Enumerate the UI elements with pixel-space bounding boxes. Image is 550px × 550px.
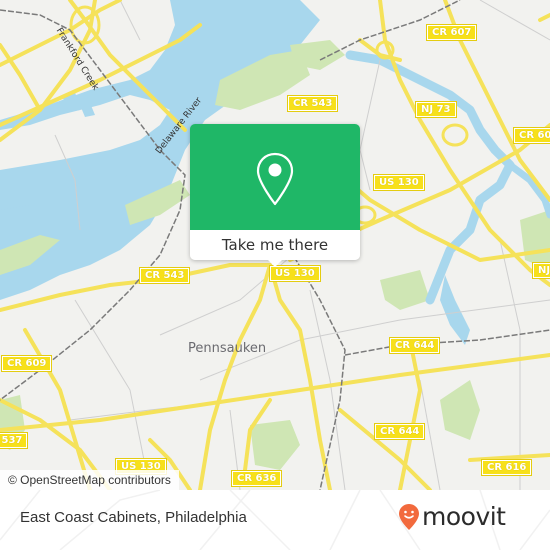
moovit-logo[interactable]: moovit [398,502,506,532]
route-shield-us-130-north: US 130 [373,174,425,191]
location-popup[interactable]: Take me there [190,124,360,267]
park-cr636 [250,420,300,470]
moovit-pin-smile-icon [399,504,419,530]
map-attribution[interactable]: © OpenStreetMap contributors [0,470,179,490]
take-me-there-button[interactable]: Take me there [190,230,360,260]
route-shield-cr-609: CR 609 [0,355,53,372]
route-shield-cr-644-south: CR 644 [373,423,426,440]
park-mid-east [380,270,430,310]
park-right-edge [520,210,550,270]
map-pin-icon [256,152,294,206]
route-shield-cr-616: CR 616 [480,459,533,476]
popup-pointer [267,259,283,267]
park-east-creek [440,380,480,440]
park-east-1 [290,40,345,70]
route-shield-us-130-center: US 130 [269,265,321,282]
popup-header [190,124,360,230]
route-shield-cr-537: CR 537 [0,432,29,449]
route-shield-nj-east: NJ [531,262,550,279]
route-shield-cr-607-east: CR 607 [512,127,550,144]
footer-bar: East Coast Cabinets, Philadelphia moovit [0,490,550,550]
route-shield-cr-636: CR 636 [230,470,283,487]
route-shield-cr-543: CR 543 [138,267,191,284]
lake-east [440,275,470,345]
moovit-wordmark: moovit [422,502,506,531]
route-shield-cr-644-north: CR 644 [388,337,441,354]
route-shield-nj-73: NJ 73 [415,101,457,118]
map-view[interactable]: Frankford Creek Delaware River Pennsauke… [0,0,550,490]
route-shield-cr-543-north: CR 543 [286,95,339,112]
place-label-pennsauken: Pennsauken [188,341,267,356]
place-name: East Coast Cabinets, Philadelphia [20,509,247,526]
route-shield-cr-607-north: CR 607 [425,24,478,41]
